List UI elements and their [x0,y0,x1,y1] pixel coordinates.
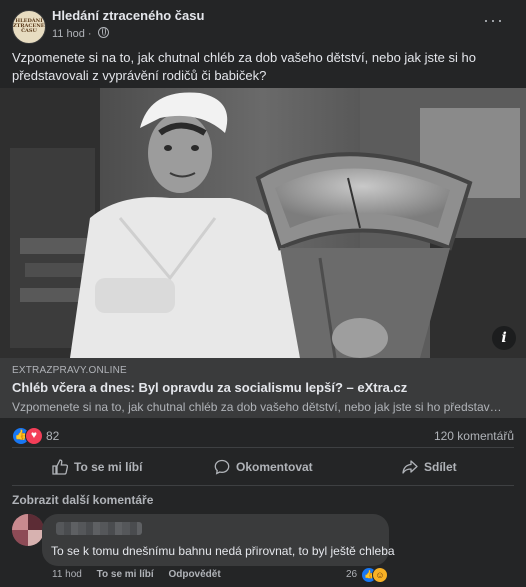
link-title[interactable]: Chléb včera a dnes: Byl opravdu za socia… [12,380,407,395]
commenter-name-blurred[interactable] [56,522,142,535]
comment-text: To se k tomu dnešnímu bahnu nedá přirovn… [51,544,395,558]
facebook-post: HLEDÁNÍ ZTRACENÉHO ČASU Hledání ztracené… [0,0,526,587]
comment-label: Okomentovat [236,460,313,474]
link-preview-image[interactable]: i [0,88,526,358]
comment-count[interactable]: 120 komentářů [434,429,514,443]
post-stats: 👍 ♥ 82 120 komentářů [12,425,514,445]
thumbs-up-icon [52,459,68,475]
commenter-avatar[interactable] [12,514,44,546]
comment-bubble: To se k tomu dnešnímu bahnu nedá přirovn… [42,514,395,566]
info-icon[interactable]: i [492,326,516,350]
reaction-count[interactable]: 82 [46,429,59,443]
avatar-logo-text: HLEDÁNÍ ZTRACENÉHO ČASU [13,18,45,34]
link-domain: EXTRAZPRAVY.ONLINE [12,365,127,376]
comment-like-button[interactable]: To se mi líbí [97,569,154,580]
post-meta: 11 hod · [52,27,109,40]
divider [12,447,514,448]
comment-reaction-count: 26 [346,569,358,580]
separator: · [87,28,92,40]
divider [12,485,514,486]
share-icon [402,460,418,474]
post-actions: To se mi líbí Okomentovat Sdílet [12,452,514,482]
like-label: To se mi líbí [74,460,143,474]
share-button[interactable]: Sdílet [347,452,514,482]
comment-reply-button[interactable]: Odpovědět [168,569,220,580]
link-preview[interactable]: EXTRAZPRAVY.ONLINE Chléb včera a dnes: B… [0,358,526,418]
love-reaction-icon: ♥ [25,427,43,445]
post-header: HLEDÁNÍ ZTRACENÉHO ČASU Hledání ztracené… [12,8,514,44]
post-text: Vzpomenete si na to, jak chutnal chléb z… [12,50,476,83]
post-time[interactable]: 11 hod [52,28,85,40]
like-button[interactable]: To se mi líbí [12,452,179,482]
ellipsis-icon[interactable]: ··· [483,11,504,29]
page-avatar[interactable]: HLEDÁNÍ ZTRACENÉHO ČASU [12,10,46,44]
comment-icon [214,459,230,475]
page-name[interactable]: Hledání ztraceného času [52,8,204,23]
comment-time[interactable]: 11 hod [52,569,82,580]
comment-button[interactable]: Okomentovat [180,452,347,482]
share-label: Sdílet [424,460,457,474]
laugh-reaction-icon: ☺ [372,567,388,583]
view-more-comments[interactable]: Zobrazit další komentáře [12,493,153,507]
comment-meta: 11 hod To se mi líbí Odpovědět [52,569,233,580]
globe-icon [97,27,109,38]
link-description: Vzpomenete si na to, jak chutnal chléb z… [12,400,502,414]
